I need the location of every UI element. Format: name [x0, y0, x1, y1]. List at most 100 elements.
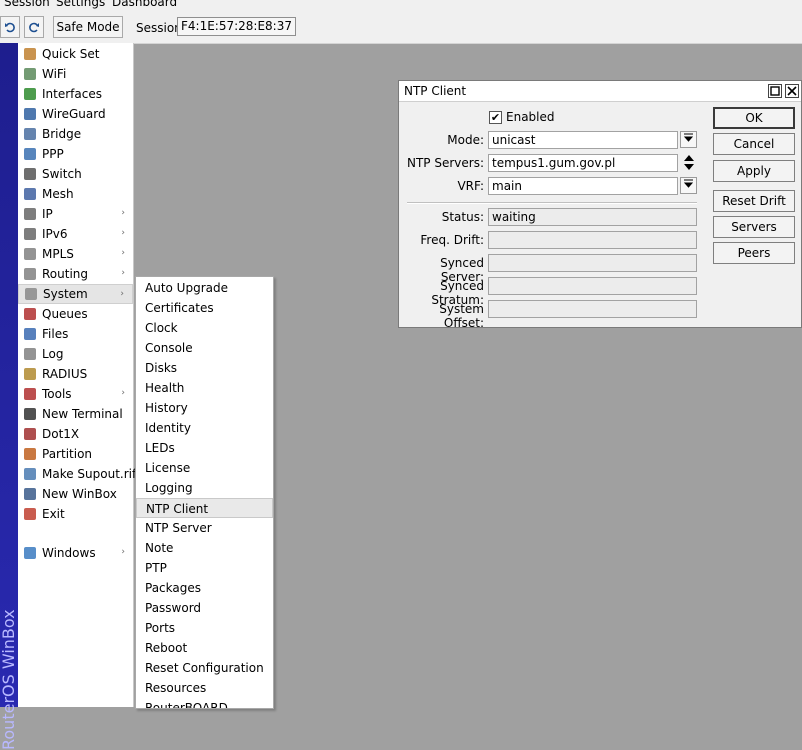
servers-button[interactable]: Servers: [713, 216, 795, 238]
undo-button[interactable]: [0, 16, 20, 38]
sidebar-item-switch[interactable]: Switch: [18, 164, 133, 184]
sidebar-item-mpls[interactable]: MPLS ›: [18, 244, 133, 264]
peers-button[interactable]: Peers: [713, 242, 795, 264]
menu-session[interactable]: Session: [4, 0, 50, 9]
system-menu-clock[interactable]: Clock: [136, 318, 273, 338]
system-menu-ptp[interactable]: PTP: [136, 558, 273, 578]
close-button[interactable]: [785, 84, 799, 98]
system-menu-history[interactable]: History: [136, 398, 273, 418]
window-title: NTP Client: [404, 84, 467, 98]
system-menu-certificates[interactable]: Certificates: [136, 298, 273, 318]
gear-icon: [24, 287, 38, 301]
sidebar-item-files[interactable]: Files: [18, 324, 133, 344]
sidebar-item-windows[interactable]: Windows ›: [18, 543, 133, 563]
interfaces-icon: [23, 87, 37, 101]
submenu-arrow-icon: ›: [121, 268, 125, 278]
freq-drift-field: [488, 231, 697, 249]
reset-drift-button[interactable]: Reset Drift: [713, 190, 795, 212]
redo-button[interactable]: [24, 16, 44, 38]
sidebar-item-wifi[interactable]: WiFi: [18, 64, 133, 84]
sidebar-item-ppp[interactable]: PPP: [18, 144, 133, 164]
system-menu-routerboard[interactable]: RouterBOARD: [136, 698, 273, 708]
safe-mode-button[interactable]: Safe Mode: [53, 16, 123, 38]
supout-icon: [23, 467, 37, 481]
menu-dashboard[interactable]: Dashboard: [112, 0, 177, 9]
system-menu-health[interactable]: Health: [136, 378, 273, 398]
sidebar-item-tools[interactable]: Tools ›: [18, 384, 133, 404]
system-menu-identity[interactable]: Identity: [136, 418, 273, 438]
files-icon: [23, 327, 37, 341]
ok-button[interactable]: OK: [713, 107, 795, 129]
system-menu-leds[interactable]: LEDs: [136, 438, 273, 458]
system-submenu: Auto Upgrade Certificates Clock Console Disk…: [135, 276, 274, 709]
system-menu-ports[interactable]: Ports: [136, 618, 273, 638]
sidebar-item-wireguard[interactable]: WireGuard: [18, 104, 133, 124]
sidebar-item-interfaces[interactable]: Interfaces: [18, 84, 133, 104]
system-menu-ntp-server[interactable]: NTP Server: [136, 518, 273, 538]
system-menu-resources[interactable]: Resources: [136, 678, 273, 698]
sidebar-item-system[interactable]: System ›: [18, 284, 133, 304]
vrf-dropdown-button[interactable]: [680, 177, 697, 194]
sidebar-item-mesh[interactable]: Mesh: [18, 184, 133, 204]
wireguard-icon: [23, 107, 37, 121]
system-menu-ntp-client[interactable]: NTP Client: [136, 498, 273, 518]
sidebar-item-dot1x[interactable]: Dot1X: [18, 424, 133, 444]
sidebar-item-new-winbox[interactable]: New WinBox: [18, 484, 133, 504]
sidebar-item-label: Mesh: [42, 187, 74, 201]
apply-button[interactable]: Apply: [713, 160, 795, 182]
menu-settings[interactable]: Settings: [56, 0, 105, 9]
maximize-button[interactable]: [768, 84, 782, 98]
ntp-servers-add-remove[interactable]: [683, 154, 695, 171]
enabled-label: Enabled: [506, 110, 555, 124]
system-menu-reboot[interactable]: Reboot: [136, 638, 273, 658]
sidebar-item-quick-set[interactable]: Quick Set: [18, 44, 133, 64]
system-menu-disks[interactable]: Disks: [136, 358, 273, 378]
sidebar-item-queues[interactable]: Queues: [18, 304, 133, 324]
menu-bar: Session Settings Dashboard: [0, 0, 802, 10]
system-menu-password[interactable]: Password: [136, 598, 273, 618]
routing-icon: [23, 267, 37, 281]
winbox-icon: [23, 487, 37, 501]
sidebar-item-new-terminal[interactable]: New Terminal: [18, 404, 133, 424]
sidebar-item-partition[interactable]: Partition: [18, 444, 133, 464]
separator: [407, 202, 697, 204]
system-menu-license[interactable]: License: [136, 458, 273, 478]
ntp-servers-input[interactable]: tempus1.gum.gov.pl: [488, 154, 678, 172]
mode-dropdown-button[interactable]: [680, 131, 697, 148]
freq-drift-label: Freq. Drift:: [420, 233, 484, 247]
sidebar-item-label: New Terminal: [42, 407, 123, 421]
synced-stratum-field: [488, 277, 697, 295]
system-menu-packages[interactable]: Packages: [136, 578, 273, 598]
vrf-select[interactable]: main: [488, 177, 678, 195]
sidebar-item-ipv6[interactable]: IPv6 ›: [18, 224, 133, 244]
enabled-checkbox[interactable]: ✔: [489, 111, 502, 124]
submenu-arrow-icon: ›: [121, 208, 125, 218]
sidebar-item-log[interactable]: Log: [18, 344, 133, 364]
system-menu-logging[interactable]: Logging: [136, 478, 273, 498]
sidebar-item-radius[interactable]: RADIUS: [18, 364, 133, 384]
sidebar-item-bridge[interactable]: Bridge: [18, 124, 133, 144]
sidebar-item-make-supout-rif[interactable]: Make Supout.rif: [18, 464, 136, 484]
sidebar-item-label: MPLS: [42, 247, 74, 261]
window-title-bar[interactable]: NTP Client: [399, 81, 801, 102]
system-menu-note[interactable]: Note: [136, 538, 273, 558]
brand-text: RouterOS WinBox: [0, 609, 18, 750]
system-menu-auto-upgrade[interactable]: Auto Upgrade: [136, 278, 273, 298]
mode-select[interactable]: unicast: [488, 131, 678, 149]
dot1x-icon: [23, 427, 37, 441]
sidebar-item-label: WireGuard: [42, 107, 106, 121]
redo-icon: [29, 22, 39, 33]
sidebar-item-label: Queues: [42, 307, 88, 321]
sidebar-item-routing[interactable]: Routing ›: [18, 264, 133, 284]
sidebar-item-label: Dot1X: [42, 427, 80, 441]
cancel-button[interactable]: Cancel: [713, 133, 795, 155]
sidebar-item-exit[interactable]: Exit: [18, 504, 133, 524]
sidebar-item-label: Windows: [42, 546, 96, 560]
system-menu-console[interactable]: Console: [136, 338, 273, 358]
ppp-icon: [23, 147, 37, 161]
system-menu-reset-configuration[interactable]: Reset Configuration: [136, 658, 273, 678]
sidebar-item-label: IP: [42, 207, 53, 221]
submenu-arrow-icon: ›: [121, 547, 125, 557]
sidebar-item-ip[interactable]: IP ›: [18, 204, 133, 224]
sidebar-item-label: New WinBox: [42, 487, 117, 501]
